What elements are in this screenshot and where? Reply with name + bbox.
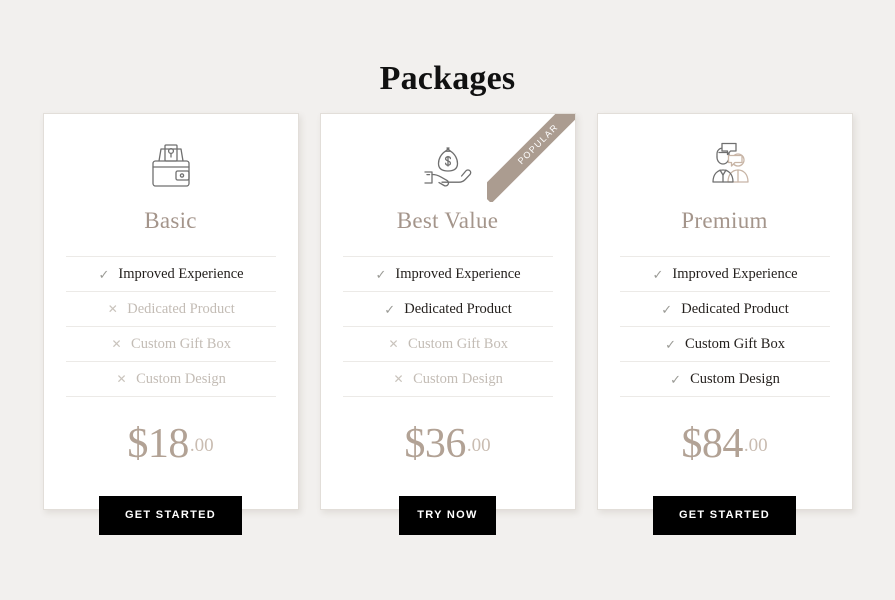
hand-money-bag-icon	[321, 114, 575, 192]
price-cents: .00	[743, 434, 768, 456]
feature-item: ✕ Custom Design	[65, 362, 276, 397]
price-amount: 84	[701, 421, 744, 467]
wallet-cash-icon	[44, 114, 298, 192]
pricing-card-best-value[interactable]: POPULAR Best Value ✓ Improved Experience…	[319, 113, 576, 535]
cross-icon: ✕	[111, 337, 122, 351]
feature-label: Custom Design	[136, 370, 226, 387]
check-icon: ✓	[665, 336, 676, 352]
feature-item: ✓ Improved Experience	[342, 257, 553, 292]
price-cents: .00	[189, 434, 214, 456]
price-cents: .00	[466, 434, 491, 456]
feature-item: ✕ Custom Gift Box	[342, 327, 553, 362]
feature-list: ✓ Improved Experience ✓ Dedicated Produc…	[342, 256, 553, 397]
feature-label: Dedicated Product	[681, 300, 789, 317]
check-icon: ✓	[661, 301, 673, 317]
get-started-button[interactable]: GET STARTED	[98, 496, 243, 535]
cta-wrapper: GET STARTED	[598, 496, 852, 535]
page-title: Packages	[379, 60, 516, 97]
feature-label: Improved Experience	[672, 265, 798, 282]
pricing-card-basic[interactable]: Basic ✓ Improved Experience ✕ Dedicated …	[42, 113, 299, 535]
pricing-card-premium[interactable]: Premium ✓ Improved Experience ✓ Dedicate…	[596, 113, 853, 535]
plan-name: Best Value	[396, 208, 499, 233]
cross-icon: ✕	[388, 337, 399, 351]
cross-icon: ✕	[107, 302, 118, 316]
feature-label: Custom Design	[413, 370, 503, 387]
feature-item: ✓ Custom Gift Box	[619, 327, 830, 362]
price-currency: $	[127, 421, 148, 467]
feature-label: Custom Design	[690, 370, 780, 387]
feature-item: ✕ Dedicated Product	[65, 292, 276, 327]
check-icon: ✓	[652, 266, 664, 282]
price-amount: 18	[147, 421, 190, 467]
feature-item: ✓ Improved Experience	[65, 257, 276, 292]
feature-label: Custom Gift Box	[685, 335, 785, 352]
feature-list: ✓ Improved Experience ✓ Dedicated Produc…	[619, 256, 830, 397]
cross-icon: ✕	[393, 372, 404, 386]
price: $18.00	[44, 423, 298, 465]
check-icon: ✓	[670, 371, 682, 387]
feature-label: Custom Gift Box	[131, 335, 231, 352]
check-icon: ✓	[375, 266, 387, 282]
feature-label: Custom Gift Box	[408, 335, 508, 352]
feature-label: Improved Experience	[395, 265, 521, 282]
feature-item: ✕ Custom Gift Box	[65, 327, 276, 362]
price-currency: $	[404, 421, 425, 467]
feature-item: ✓ Improved Experience	[619, 257, 830, 292]
people-chat-icon	[598, 114, 852, 192]
feature-item: ✕ Custom Design	[342, 362, 553, 397]
feature-list: ✓ Improved Experience ✕ Dedicated Produc…	[65, 256, 276, 397]
feature-item: ✓ Dedicated Product	[619, 292, 830, 327]
price: $84.00	[598, 423, 852, 465]
feature-label: Dedicated Product	[127, 300, 235, 317]
pricing-cards-row: Basic ✓ Improved Experience ✕ Dedicated …	[0, 113, 895, 535]
check-icon: ✓	[384, 301, 396, 317]
price-currency: $	[681, 421, 702, 467]
feature-item: ✓ Custom Design	[619, 362, 830, 397]
feature-item: ✓ Dedicated Product	[342, 292, 553, 327]
feature-label: Dedicated Product	[404, 300, 512, 317]
price-amount: 36	[424, 421, 467, 467]
try-now-button[interactable]: TRY NOW	[399, 496, 496, 535]
check-icon: ✓	[98, 266, 110, 282]
get-started-button[interactable]: GET STARTED	[652, 496, 797, 535]
price: $36.00	[321, 423, 575, 465]
cta-wrapper: GET STARTED	[44, 496, 298, 535]
cta-wrapper: TRY NOW	[321, 496, 575, 535]
plan-name: Premium	[681, 208, 768, 233]
cross-icon: ✕	[116, 372, 127, 386]
feature-label: Improved Experience	[118, 265, 244, 282]
plan-name: Basic	[144, 208, 197, 233]
